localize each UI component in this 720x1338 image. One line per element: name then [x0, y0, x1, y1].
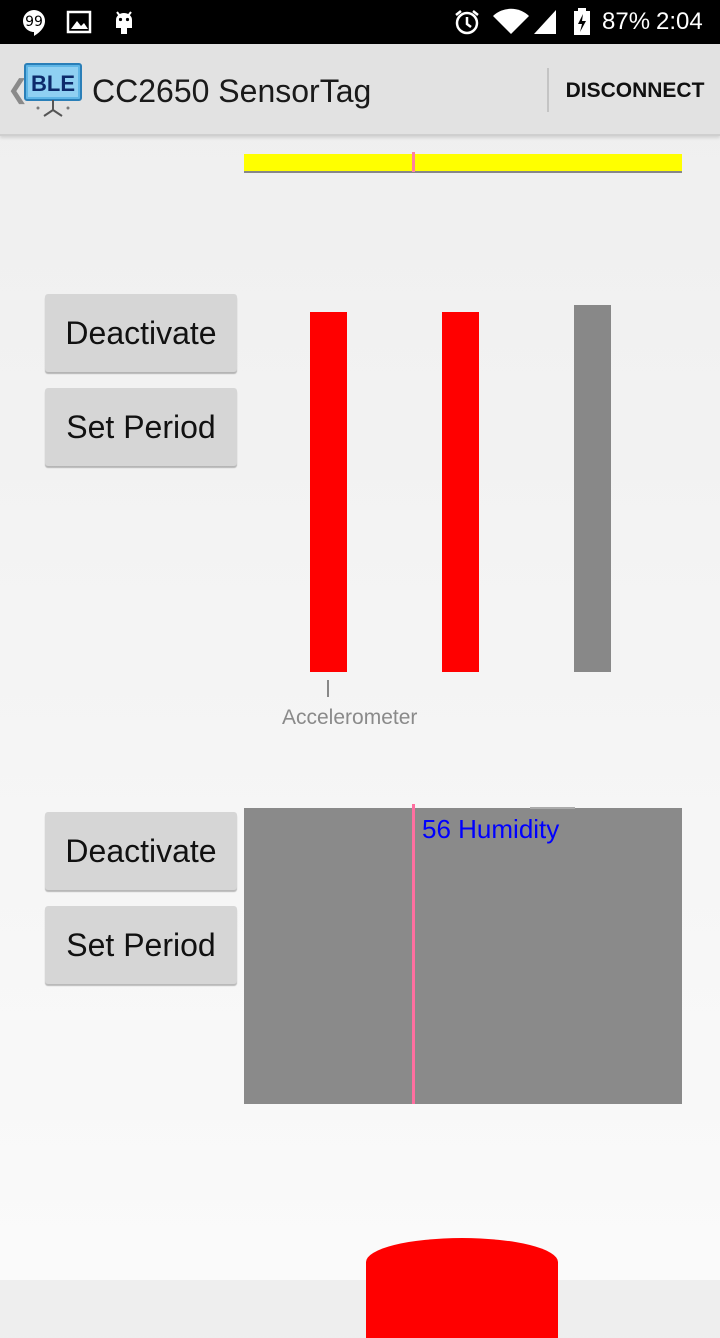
- humidity-panel: [244, 808, 682, 1104]
- accelerometer-set-period-button[interactable]: Set Period: [45, 388, 237, 466]
- alarm-icon: [455, 10, 479, 35]
- logo-text: BLE: [31, 71, 75, 96]
- page-title: CC2650 SensorTag: [92, 73, 372, 109]
- humidity-marker: [412, 804, 415, 1104]
- humidity-reading: 56 Humidity: [422, 814, 560, 844]
- status-bar: 99 87% 2:04: [0, 0, 720, 44]
- action-bar: ❮ BLE CC2650 SensorTag DISCONNECT: [0, 44, 720, 136]
- battery-percent: 87%: [602, 8, 651, 35]
- yellow-bar-marker: [412, 152, 415, 172]
- signal-icon: [534, 10, 556, 34]
- accelerometer-bar-z: [574, 305, 611, 672]
- humidity-deactivate-button[interactable]: Deactivate: [45, 812, 237, 890]
- red-dome-indicator: [366, 1238, 558, 1338]
- clock-time: 2:04: [656, 8, 703, 35]
- yellow-level-bar: [244, 154, 682, 173]
- accelerometer-label: Accelerometer: [282, 706, 418, 729]
- svg-text:99: 99: [25, 14, 43, 30]
- android-icon: [116, 11, 132, 34]
- wifi-icon: [493, 8, 529, 35]
- disconnect-button[interactable]: DISCONNECT: [556, 74, 714, 108]
- image-icon: [66, 10, 92, 34]
- accelerometer-bar-y: [442, 312, 479, 672]
- ble-logo-icon[interactable]: BLE: [24, 62, 82, 118]
- accelerometer-tick: [327, 680, 329, 697]
- accelerometer-deactivate-button[interactable]: Deactivate: [45, 294, 237, 372]
- accelerometer-bar-x: [310, 312, 347, 672]
- battery-charging-icon: [574, 8, 590, 35]
- hangouts-icon: 99: [23, 10, 45, 36]
- humidity-set-period-button[interactable]: Set Period: [45, 906, 237, 984]
- action-bar-divider: [547, 68, 549, 112]
- humidity-top-line: [530, 807, 575, 809]
